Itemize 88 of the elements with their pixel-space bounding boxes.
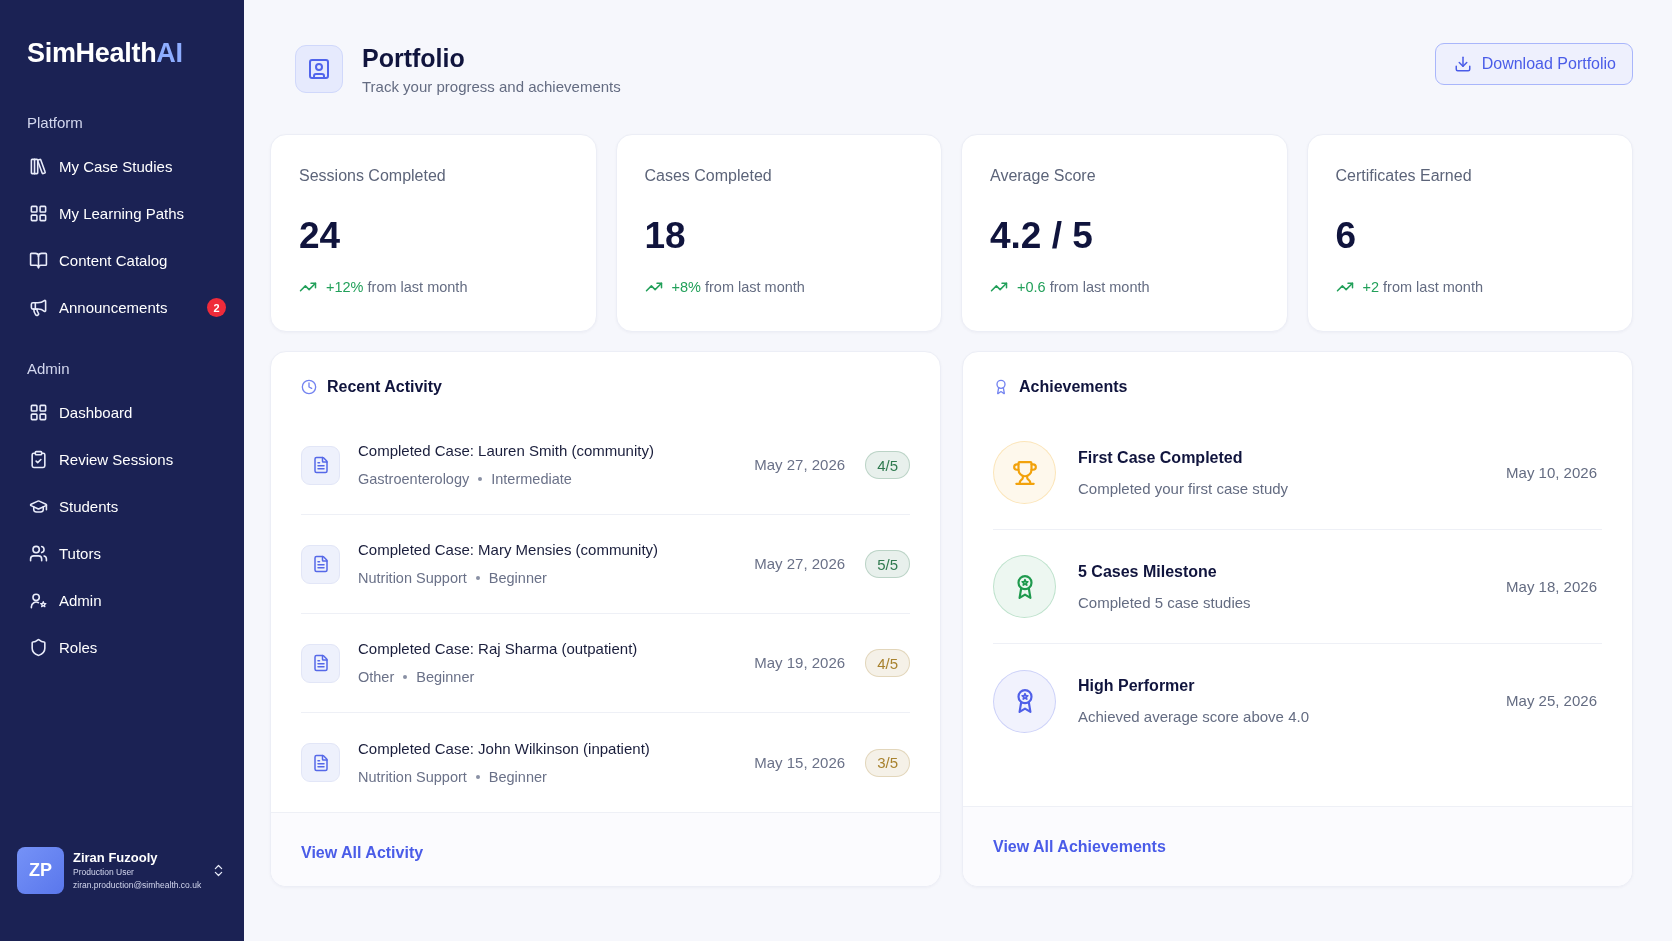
achievement-description: Completed 5 case studies [1078,592,1251,613]
trend-text: +8% from last month [671,278,805,297]
bullet-icon [475,774,480,779]
bullet-icon [403,675,408,679]
activity-title: Completed Case: Mary Mensies (community) [358,540,659,560]
trend-text: +2 from last month [1362,278,1483,297]
sidebar-item[interactable]: My Case Studies [27,143,226,190]
section-label: Platform [27,113,84,133]
activity-title: Completed Case: Raj Sharma (outpatient) [358,639,638,659]
level-text: Intermediate [491,470,572,489]
page-subtitle: Track your progress and achievements [362,77,621,97]
stat-value: 24 [299,214,342,258]
stat-label: Average Score [990,166,1097,186]
user-square-icon [295,45,343,93]
category-text: Gastroenterology [358,470,470,489]
activity-title: Completed Case: John Wilkinson (inpatient) [358,738,650,759]
level-text: Beginner [488,569,547,588]
section-label: Admin [27,359,71,379]
activity-date: May 19, 2026 [754,653,846,673]
graduation-cap-icon [29,497,48,516]
trend-text: +0.6 from last month [1017,278,1150,297]
sidebar-item[interactable]: Admin [27,577,226,624]
users-icon [29,544,48,563]
achievement-description: Achieved average score above 4.0 [1078,707,1309,727]
sidebar-item[interactable]: Roles [27,624,226,671]
activity-title: Completed Case: Lauren Smith (community) [358,441,654,461]
sidebar-item[interactable]: Tutors [27,530,226,577]
user-avatar: ZP [17,847,64,894]
achievement-date: May 25, 2026 [1506,691,1597,711]
logo: SimHealthAI [27,37,184,70]
sidebar-item[interactable]: Students [27,483,226,530]
stat-value: 6 [1335,214,1358,258]
score-badge: 5/5 [865,550,910,578]
download-icon [1453,55,1472,73]
sidebar-item[interactable]: Dashboard [27,389,226,436]
activity-date: May 15, 2026 [754,752,846,773]
bullet-icon [475,576,480,580]
document-icon [301,643,340,683]
grid-icon [29,403,48,422]
user-star-icon [29,591,48,610]
shield-icon [29,638,48,657]
bullet-icon [478,477,483,481]
category-text: Nutrition Support [358,767,467,787]
user-role: Production User [73,866,135,879]
library-icon [29,157,48,176]
activity-date: May 27, 2026 [754,554,846,574]
page-title: Portfolio [362,43,466,73]
achievement-title: High Performer [1078,676,1196,696]
achievement-description: Completed your first case study [1078,478,1289,499]
level-text: Beginner [488,767,547,787]
sidebar-item[interactable]: Content Catalog [27,237,226,284]
sidebar-item[interactable]: Review Sessions [27,436,226,483]
score-badge: 3/5 [865,748,910,777]
stat-value: 18 [644,214,687,258]
stat-label: Sessions Completed [299,166,447,186]
achievement-title: First Case Completed [1078,447,1244,468]
sidebar-item[interactable]: My Learning Paths [27,190,226,237]
achievement-title: 5 Cases Milestone [1078,561,1218,582]
megaphone-icon [29,298,48,317]
document-icon [301,743,340,782]
user-name: Ziran Fuzooly [73,849,159,866]
category-text: Nutrition Support [358,569,467,588]
grid-icon [29,204,48,223]
view-all-link[interactable]: View All Achievements [993,837,1166,856]
view-all-link[interactable]: View All Activity [301,843,424,862]
document-icon [301,445,340,485]
notification-badge: 2 [207,298,226,317]
book-icon [29,251,48,270]
document-icon [301,544,340,584]
stat-label: Certificates Earned [1335,166,1473,186]
stat-label: Cases Completed [644,166,773,186]
score-badge: 4/5 [865,451,910,479]
download-button[interactable]: Download Portfolio [1434,43,1633,85]
clipboard-check-icon [29,450,48,469]
panel-title: Recent Activity [327,377,442,397]
sidebar-item[interactable]: Announcements 2 [27,284,226,331]
score-badge: 4/5 [865,649,910,677]
category-text: Other [358,668,395,687]
clock-icon [301,379,317,395]
achievement-date: May 18, 2026 [1506,576,1597,597]
stat-value: 4.2 / 5 [990,214,1094,258]
activity-date: May 27, 2026 [754,455,846,475]
achievement-date: May 10, 2026 [1506,462,1597,483]
panel-title: Achievements [1019,377,1128,397]
trend-text: +12% from last month [326,278,468,297]
level-text: Beginner [416,668,475,687]
user-email: ziran.production@simhealth.co.uk [73,879,202,892]
award-icon [993,379,1009,395]
